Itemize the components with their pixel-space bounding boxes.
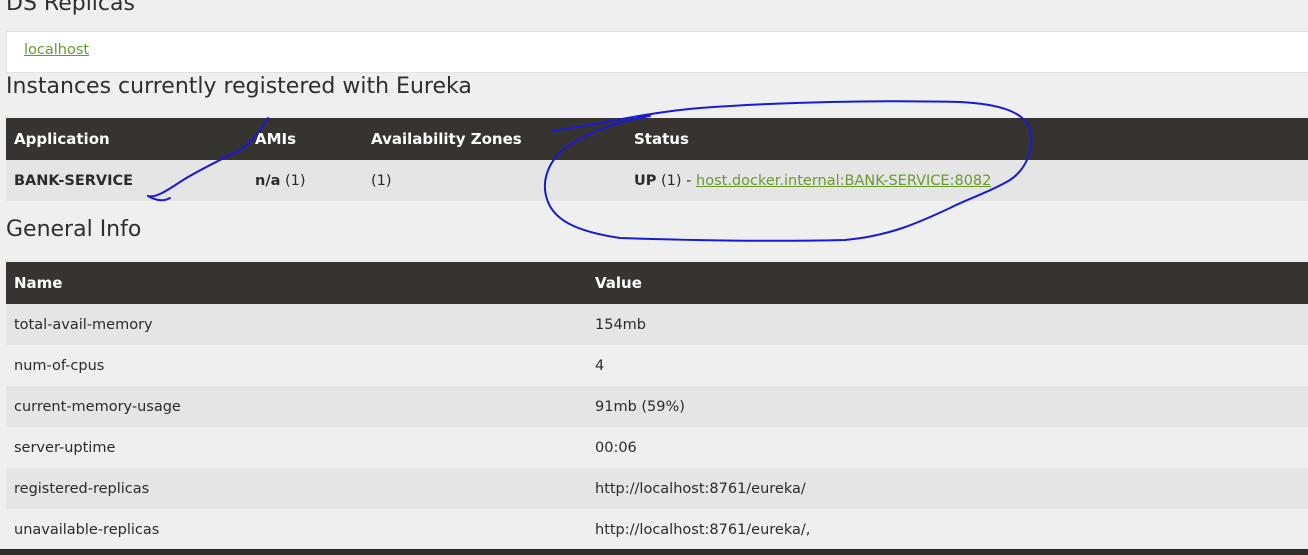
application-name: BANK-SERVICE xyxy=(14,172,134,189)
info-name: server-uptime xyxy=(6,427,587,468)
column-header-availability-zones: Availability Zones xyxy=(363,118,626,160)
info-value: http://localhost:8761/eureka/ xyxy=(587,468,1308,509)
general-info-header-row: Name Value xyxy=(6,262,1308,304)
instance-status: UP (1) - host.docker.internal:BANK-SERVI… xyxy=(626,160,1308,201)
info-row-server-uptime: server-uptime 00:06 xyxy=(6,427,1308,468)
instance-availability-zones: (1) xyxy=(363,160,626,201)
replica-link-localhost[interactable]: localhost xyxy=(24,42,89,58)
info-row-unavailable-replicas: unavailable-replicas http://localhost:87… xyxy=(6,509,1308,550)
info-name: unavailable-replicas xyxy=(6,509,587,550)
column-header-name: Name xyxy=(6,262,587,304)
column-header-status: Status xyxy=(626,118,1308,160)
general-info-title: General Info xyxy=(6,217,142,242)
info-value: 91mb (59%) xyxy=(587,386,1308,427)
bottom-bar xyxy=(0,549,1308,555)
info-name: registered-replicas xyxy=(6,468,587,509)
amis-count: (1) xyxy=(285,172,306,189)
info-row-total-avail-memory: total-avail-memory 154mb xyxy=(6,304,1308,345)
info-row-registered-replicas: registered-replicas http://localhost:876… xyxy=(6,468,1308,509)
info-value: 154mb xyxy=(587,304,1308,345)
info-name: num-of-cpus xyxy=(6,345,587,386)
instance-status-link[interactable]: host.docker.internal:BANK-SERVICE:8082 xyxy=(696,173,991,189)
ds-replicas-title: DS Replicas xyxy=(6,0,135,16)
instances-header-row: Application AMIs Availability Zones Stat… xyxy=(6,118,1308,160)
info-name: current-memory-usage xyxy=(6,386,587,427)
column-header-amis: AMIs xyxy=(247,118,363,160)
ds-replicas-list: localhost xyxy=(6,31,1308,73)
info-name: total-avail-memory xyxy=(6,304,587,345)
info-value: 00:06 xyxy=(587,427,1308,468)
instance-amis: n/a (1) xyxy=(247,160,363,201)
instances-table: Application AMIs Availability Zones Stat… xyxy=(6,118,1308,201)
amis-value: n/a xyxy=(255,172,281,189)
general-info-table: Name Value total-avail-memory 154mb num-… xyxy=(6,262,1308,550)
status-state: UP xyxy=(634,172,657,189)
info-value: http://localhost:8761/eureka/, xyxy=(587,509,1308,550)
instance-row: BANK-SERVICE n/a (1) (1) UP (1) - host.d… xyxy=(6,160,1308,201)
info-value: 4 xyxy=(587,345,1308,386)
column-header-application: Application xyxy=(6,118,247,160)
info-row-current-memory-usage: current-memory-usage 91mb (59%) xyxy=(6,386,1308,427)
status-count: (1) - xyxy=(661,172,692,189)
info-row-num-of-cpus: num-of-cpus 4 xyxy=(6,345,1308,386)
column-header-value: Value xyxy=(587,262,1308,304)
instance-application: BANK-SERVICE xyxy=(6,160,247,201)
instances-title: Instances currently registered with Eure… xyxy=(6,74,472,99)
